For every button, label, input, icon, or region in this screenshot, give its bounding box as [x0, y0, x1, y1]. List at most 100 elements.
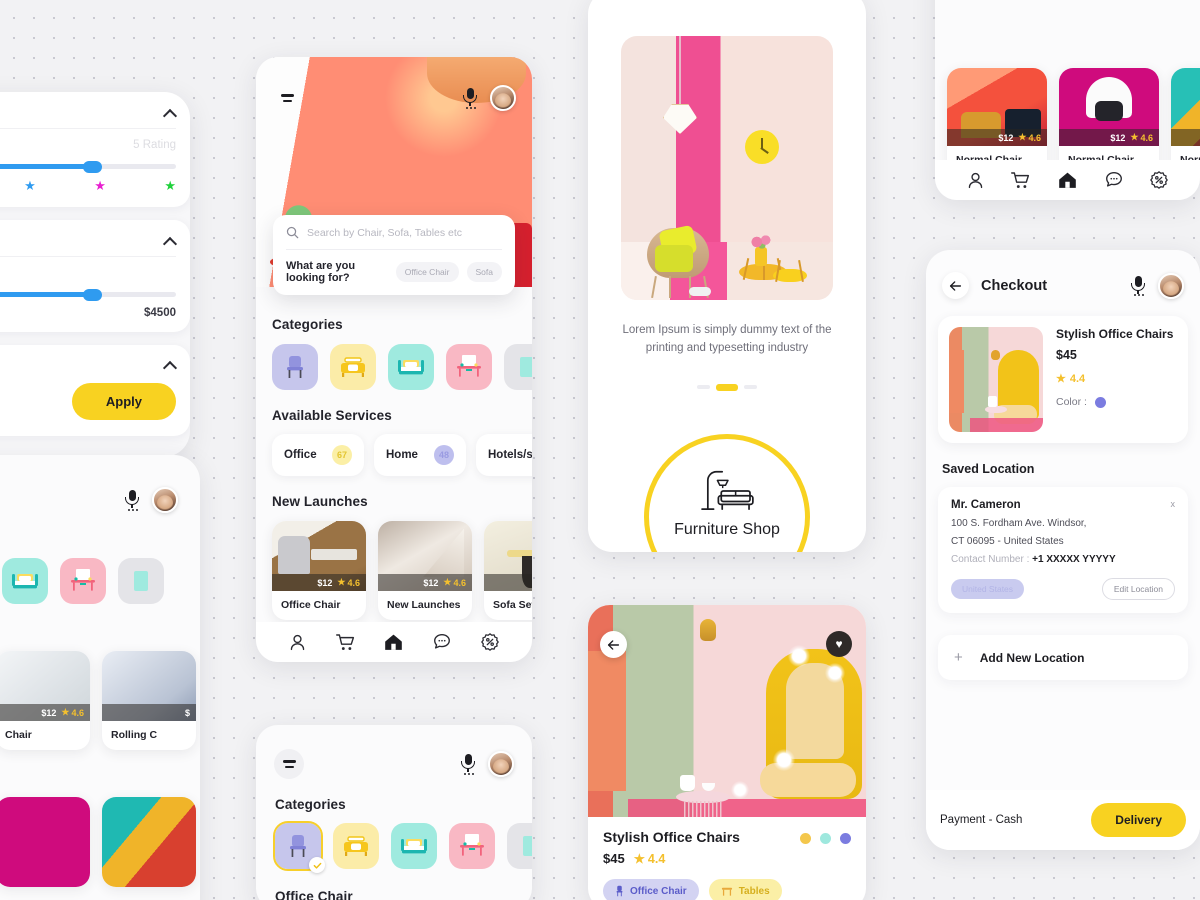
checkout-product-card[interactable]: Stylish Office Chairs $45 ★ 4.4 Color : [938, 316, 1188, 443]
carousel-dot-active[interactable] [716, 383, 738, 391]
hamburger-icon[interactable] [274, 749, 304, 779]
category-tile-chair[interactable] [273, 821, 325, 873]
back-button[interactable] [600, 631, 627, 658]
swatch-mint[interactable] [820, 833, 831, 844]
tag-chip-office-chair[interactable]: Office Chair [603, 879, 699, 900]
delivery-button[interactable]: Delivery [1091, 803, 1186, 837]
microphone-icon[interactable] [1130, 275, 1146, 297]
product-card[interactable] [0, 797, 90, 887]
product-card[interactable]: $12 ★4.6 Normal Chair [947, 68, 1047, 175]
star-icon-2[interactable]: ★ [24, 178, 36, 194]
product-meta: $12 ★ 4.6 [1059, 129, 1159, 146]
category-tile-sofa[interactable] [330, 344, 376, 390]
location-contact-row: Contact Number : +1 XXXXX YYYYY [951, 547, 1175, 565]
filter-range-header[interactable]: Range [0, 233, 176, 257]
color-label: Color : [1056, 396, 1087, 408]
product-card[interactable]: $12 ★ 4.6 New Launches [378, 521, 472, 620]
category-tile-sofa[interactable] [333, 823, 379, 869]
microphone-icon[interactable] [460, 753, 476, 775]
cart-icon[interactable] [335, 632, 356, 652]
rating-slider-knob[interactable] [82, 160, 102, 173]
hotspot-dot[interactable] [773, 749, 795, 771]
product-card[interactable]: $ Rolling C [102, 651, 196, 750]
carousel-dot[interactable] [744, 385, 757, 390]
category-tile-cabinet[interactable] [504, 344, 532, 390]
user-avatar[interactable] [488, 751, 514, 777]
cart-icon[interactable] [1010, 170, 1031, 190]
apply-button[interactable]: Apply [71, 383, 176, 420]
hotspot-dot[interactable] [731, 781, 749, 799]
service-chip-home[interactable]: Home 48 [374, 434, 466, 476]
filter-rating-header[interactable]: Rating [0, 105, 176, 129]
add-new-location-button[interactable]: + Add New Location [938, 635, 1188, 680]
hotspot-dot[interactable] [825, 663, 845, 683]
hamburger-icon[interactable] [272, 83, 302, 113]
user-avatar[interactable] [152, 487, 178, 513]
service-chip-hotels[interactable]: Hotels/sh [476, 434, 532, 476]
swatch-yellow[interactable] [800, 833, 811, 844]
hotspot-dot[interactable] [788, 645, 810, 667]
profile-icon[interactable] [966, 171, 985, 190]
profile-icon[interactable] [288, 633, 307, 652]
search-row[interactable]: Search by Chair, Sofa, Tables etc [286, 226, 502, 250]
product-card[interactable]: $12 ★ 4.6 Office Chair [272, 521, 366, 620]
product-card[interactable]: $ Normal C [1171, 68, 1200, 175]
tag-chip-tables[interactable]: Tables [708, 879, 782, 900]
offers-icon[interactable] [1149, 170, 1169, 190]
product-card[interactable]: $12 Sofa Set [484, 521, 532, 620]
product-detail-panel: ♥ Stylish Office Chairs $45 ★ 4.4 Office … [588, 605, 866, 900]
microphone-icon[interactable] [124, 489, 140, 511]
category-tile-bed[interactable] [2, 558, 48, 604]
category-tile-cabinet[interactable] [507, 823, 532, 869]
swatch-purple[interactable] [840, 833, 851, 844]
user-avatar[interactable] [1158, 272, 1184, 299]
suggestion-chip-sofa[interactable]: Sofa [466, 262, 502, 282]
sneakers [689, 287, 711, 296]
search-input[interactable]: Search by Chair, Sofa, Tables etc [307, 227, 462, 239]
home-icon[interactable] [383, 632, 404, 652]
table-icon [721, 887, 732, 896]
chevron-up-icon[interactable] [163, 358, 176, 371]
chat-icon[interactable] [432, 632, 452, 652]
range-slider[interactable] [0, 288, 176, 301]
product-card[interactable]: $12 ★ 4.6 Chair [0, 651, 90, 750]
teapot [680, 775, 695, 791]
product-meta: $12 ★ 4.6 [272, 574, 366, 591]
carousel-dot[interactable] [697, 385, 710, 390]
microphone-icon[interactable] [462, 87, 478, 109]
chat-icon[interactable] [1104, 170, 1124, 190]
star-icon-4[interactable]: ★ [164, 178, 176, 194]
user-avatar[interactable] [490, 85, 516, 111]
chevron-up-icon[interactable] [163, 234, 176, 247]
rating-slider-fill [0, 164, 92, 169]
favorite-button[interactable]: ♥ [826, 631, 852, 657]
service-chip-office[interactable]: Office 67 [272, 434, 364, 476]
heart-icon: ♥ [835, 637, 843, 651]
back-button[interactable] [942, 272, 969, 299]
category-tile-desk[interactable] [449, 823, 495, 869]
remove-location-button[interactable]: x [1171, 499, 1176, 509]
product-price: $12 [1110, 132, 1126, 143]
color-swatch[interactable] [1094, 396, 1106, 408]
chevron-up-icon[interactable] [163, 106, 176, 119]
category-tile-cabinet[interactable] [118, 558, 164, 604]
offers-icon[interactable] [480, 632, 500, 652]
product-meta: $ [102, 704, 196, 721]
range-slider-knob[interactable] [82, 288, 102, 301]
suggestion-chip-office-chair[interactable]: Office Chair [395, 262, 459, 282]
payment-method-label[interactable]: Payment - Cash [940, 814, 1022, 826]
edit-location-button[interactable]: Edit Location [1101, 578, 1175, 600]
product-photo: $12 ★ 4.6 [0, 651, 90, 721]
category-tile-desk[interactable] [446, 344, 492, 390]
category-tile-bed[interactable] [391, 823, 437, 869]
category-tile-desk[interactable] [60, 558, 106, 604]
categories-panel: Categories Office Chair [256, 725, 532, 900]
product-card[interactable] [102, 797, 196, 887]
product-card[interactable]: $12 ★4.6 Normal Chair [1059, 68, 1159, 175]
category-tile-bed[interactable] [388, 344, 434, 390]
product-meta: $12 ★ 4.6 [947, 129, 1047, 146]
star-icon-3[interactable]: ★ [94, 178, 106, 194]
rating-slider[interactable] [0, 160, 176, 173]
home-icon[interactable] [1057, 170, 1078, 190]
category-tile-chair[interactable] [272, 344, 318, 390]
